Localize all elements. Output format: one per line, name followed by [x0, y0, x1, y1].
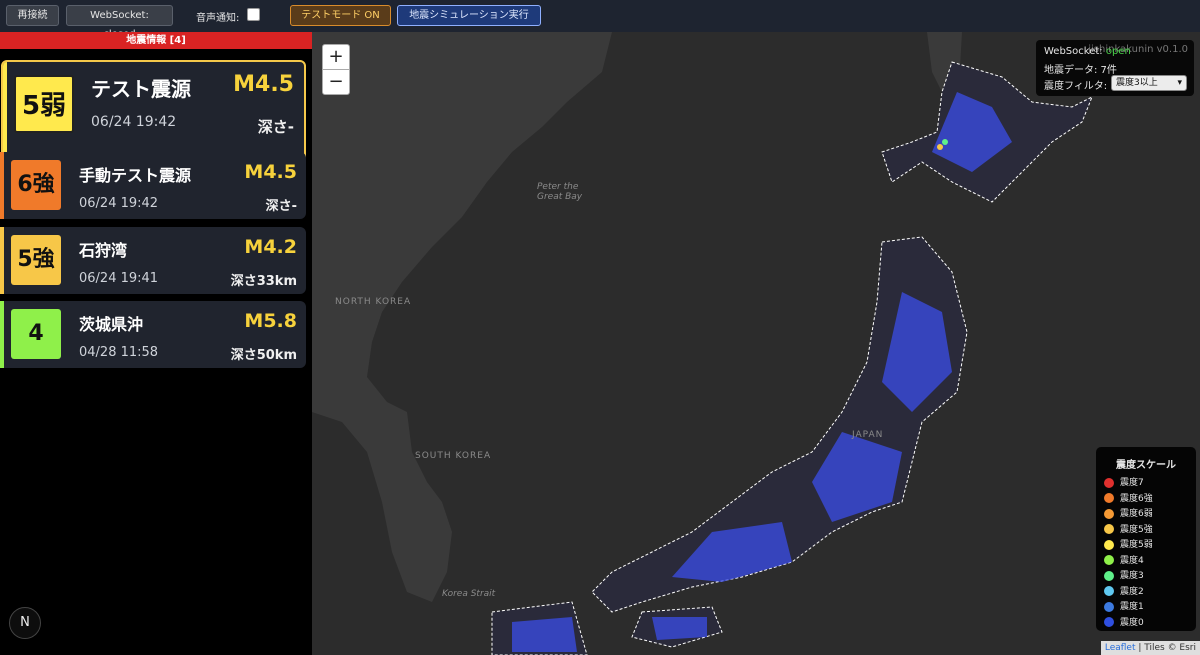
quake-time: 06/24 19:41 [79, 271, 159, 286]
card-stripe [0, 227, 4, 294]
magnitude: M4.2 [244, 236, 297, 258]
map-label-japan: JAPAN [852, 430, 884, 440]
map-attribution: Leaflet | Tiles © Esri [1100, 641, 1200, 655]
intensity-legend: 震度スケール 震度7 震度6強震度6弱震度5強震度5弱震度4 震度3 震度2 震度1 震度… [1096, 447, 1196, 631]
quake-time: 06/24 19:42 [79, 196, 159, 211]
intensity-filter-label: 震度フィルタ: [1044, 81, 1108, 92]
map-canvas [312, 32, 1093, 655]
intensity-filter-select[interactable]: 震度3以上 ▾ [1111, 75, 1187, 91]
legend-title: 震度スケール [1116, 460, 1176, 471]
magnitude: M5.8 [244, 310, 297, 332]
websocket-status-prefix: WebSocket: [1044, 46, 1106, 57]
magnitude: M4.5 [233, 72, 294, 97]
legend-item: 震度1 [1104, 600, 1144, 614]
intensity-badge: 5弱 [14, 75, 74, 133]
earthquake-card[interactable]: 6強 手動テスト震源 M4.5 06/24 19:42 深さ- [0, 152, 306, 219]
intensity-badge: 4 [11, 309, 61, 359]
legend-item: 震度7 [1104, 476, 1144, 490]
legend-color-dot [1104, 539, 1114, 550]
map-label-peter-bay: Peter the Great Bay [537, 182, 583, 202]
epicenter-name: 手動テスト震源 [79, 166, 192, 185]
epicenter-name: 石狩湾 [79, 241, 128, 260]
map-view[interactable]: + − Peter the Great Bay NORTH KOREA SOUT… [312, 32, 1200, 655]
legend-item: 震度3 [1104, 569, 1144, 583]
connection-status-panel: jishinkakunin v0.1.0 WebSocket: open 地震デ… [1036, 40, 1194, 96]
sidebar-header: 地震情報 [4] [0, 32, 312, 49]
websocket-status: WebSocket: open [1044, 46, 1131, 57]
toolbar: 再接続 WebSocket: closed 音声通知: テストモード ON 地震… [0, 0, 1200, 40]
legend-color-dot [1104, 570, 1114, 581]
epicenter-marker [942, 139, 948, 145]
epicenter-marker [937, 144, 943, 150]
simulate-earthquake-button[interactable]: 地震シミュレーション実行 [397, 5, 541, 26]
legend-label: 震度5強 [1120, 524, 1153, 535]
legend-item: 震度2 [1104, 585, 1144, 599]
legend-color-dot [1104, 508, 1114, 519]
quake-time: 06/24 19:42 [91, 114, 177, 130]
legend-item: 震度4 [1104, 554, 1144, 568]
test-mode-button[interactable]: テストモード ON [290, 5, 391, 26]
legend-item: 震度6強 [1104, 492, 1153, 506]
chevron-down-icon: ▾ [1177, 78, 1182, 88]
earthquake-data-count: 地震データ: 7件 [1044, 65, 1117, 76]
legend-color-dot [1104, 601, 1114, 612]
sound-notification-label: 音声通知: [196, 13, 240, 24]
zoom-out-button[interactable]: − [322, 69, 350, 95]
zoom-in-button[interactable]: + [322, 44, 350, 70]
intensity-station-dots [512, 92, 1012, 652]
sound-notification-checkbox[interactable] [247, 8, 260, 21]
websocket-status-state: open [1105, 46, 1131, 57]
earthquake-sidebar: 地震情報 [4] 5弱 テスト震源 M4.5 06/24 19:42 深さ- 6… [0, 32, 312, 655]
epicenter-name: テスト震源 [91, 77, 191, 101]
card-stripe [0, 152, 4, 219]
intensity-badge: 6強 [11, 160, 61, 210]
leaflet-link[interactable]: Leaflet [1105, 643, 1136, 653]
legend-label: 震度2 [1120, 586, 1144, 597]
earthquake-card[interactable]: 5強 石狩湾 M4.2 06/24 19:41 深さ33km [0, 227, 306, 294]
quake-depth: 深さ50km [230, 348, 297, 363]
epicenter-name: 茨城県沖 [79, 315, 144, 334]
legend-label: 震度6強 [1120, 493, 1153, 504]
legend-color-dot [1104, 586, 1114, 596]
legend-label: 震度5弱 [1120, 540, 1153, 550]
legend-color-dot [1104, 477, 1114, 488]
tiles-attribution: | Tiles © Esri [1135, 643, 1196, 653]
websocket-status-button[interactable]: WebSocket: closed [66, 5, 173, 40]
legend-label: 震度1 [1120, 602, 1144, 612]
legend-item: 震度0 [1104, 616, 1144, 630]
intensity-filter-value: 震度3以上 [1116, 78, 1158, 88]
legend-label: 震度6弱 [1120, 509, 1153, 519]
legend-color-dot [1104, 524, 1114, 534]
legend-label: 震度3 [1120, 571, 1144, 581]
legend-color-dot [1104, 617, 1114, 627]
legend-label: 震度4 [1120, 555, 1144, 566]
quake-depth: 深さ- [257, 118, 294, 136]
map-label-north-korea: NORTH KOREA [335, 297, 412, 307]
legend-item: 震度5強 [1104, 523, 1153, 537]
reconnect-button[interactable]: 再接続 [6, 5, 59, 26]
card-stripe [0, 301, 4, 368]
asia-landmass [312, 32, 612, 602]
magnitude: M4.5 [244, 161, 297, 183]
legend-item: 震度6弱 [1104, 507, 1153, 521]
map-label-south-korea: SOUTH KOREA [415, 451, 492, 461]
earthquake-card[interactable]: 4 茨城県沖 M5.8 04/28 11:58 深さ50km [0, 301, 306, 368]
compass-icon[interactable]: N [9, 607, 41, 639]
quake-depth: 深さ- [265, 199, 297, 214]
map-label-korea-strait: Korea Strait [442, 589, 496, 599]
legend-color-dot [1104, 493, 1114, 503]
quake-time: 04/28 11:58 [79, 345, 159, 360]
legend-label: 震度0 [1120, 617, 1144, 628]
legend-label: 震度7 [1120, 478, 1144, 488]
quake-depth: 深さ33km [230, 274, 297, 289]
intensity-badge: 5強 [11, 235, 61, 285]
legend-item: 震度5弱 [1104, 538, 1153, 552]
legend-color-dot [1104, 555, 1114, 565]
